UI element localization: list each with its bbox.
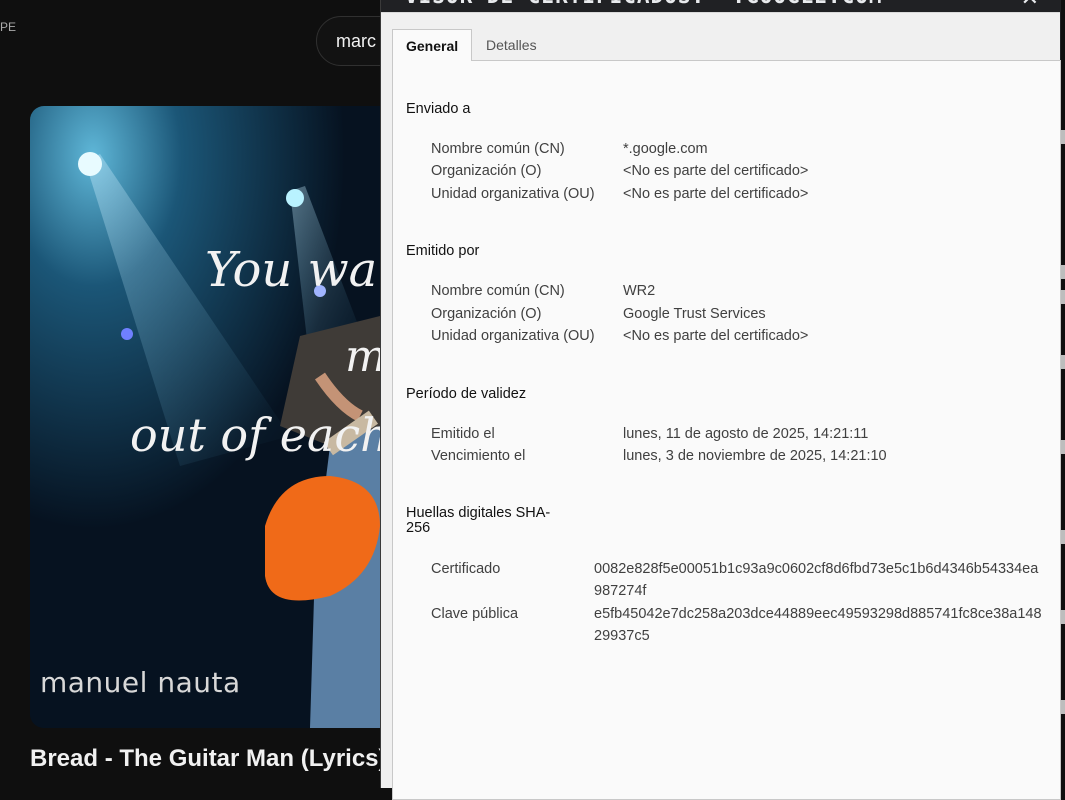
issued-to-cn-label: Nombre común (CN)	[431, 141, 565, 157]
dialog-body: General Detalles Enviado a Nombre común …	[381, 12, 1061, 800]
validity-issued-label: Emitido el	[431, 426, 495, 442]
issued-by-ou-value: <No es parte del certificado>	[623, 328, 809, 344]
section-fingerprints-heading: Huellas digitales SHA-256	[406, 505, 551, 536]
close-icon[interactable]: ✕	[1021, 0, 1039, 11]
validity-expires-label: Vencimiento el	[431, 448, 526, 464]
validity-issued-value: lunes, 11 de agosto de 2025, 14:21:11	[623, 426, 869, 442]
fingerprint-cert-value: 0082e828f5e00051b1c93a9c0602cf8d6fbd73e5…	[594, 561, 1039, 599]
issued-by-cn-label: Nombre común (CN)	[431, 283, 565, 299]
certificate-viewer-dialog: VISOR DE CERTIFICADOS: *.GOOGLE.COM ✕ Ge…	[380, 0, 1061, 800]
general-panel: Enviado a Nombre común (CN) *.google.com…	[392, 60, 1061, 800]
issued-to-ou-label: Unidad organizativa (OU)	[431, 186, 595, 202]
issued-by-ou-label: Unidad organizativa (OU)	[431, 328, 595, 344]
overlay-line-3: out of each	[130, 408, 390, 462]
issued-by-o-value: Google Trust Services	[623, 306, 766, 322]
tab-details[interactable]: Detalles	[473, 29, 555, 61]
thumbnail-watermark: manuel nauta	[40, 666, 241, 699]
fingerprint-key-value: e5fb45042e7dc258a203dce44889eec49593298d…	[594, 606, 1042, 644]
section-validity-heading: Período de validez	[406, 386, 527, 402]
issued-to-cn-value: *.google.com	[623, 141, 708, 157]
issued-by-o-label: Organización (O)	[431, 306, 542, 322]
overlay-line-1: You wa	[205, 242, 377, 298]
section-issued-to-heading: Enviado a	[406, 101, 471, 117]
fingerprint-cert-label: Certificado	[431, 561, 501, 577]
issued-to-ou-value: <No es parte del certificado>	[623, 186, 809, 202]
dialog-title: VISOR DE CERTIFICADOS: *.GOOGLE.COM	[405, 0, 883, 8]
issued-by-cn-value: WR2	[623, 283, 656, 299]
tab-general[interactable]: General	[392, 29, 472, 61]
video-title[interactable]: Bread - The Guitar Man (Lyrics)	[30, 745, 387, 773]
validity-expires-value: lunes, 3 de noviembre de 2025, 14:21:10	[623, 448, 887, 464]
issued-to-o-label: Organización (O)	[431, 163, 542, 179]
country-code: PE	[0, 20, 17, 34]
issued-to-o-value: <No es parte del certificado>	[623, 163, 809, 179]
section-issued-by-heading: Emitido por	[406, 243, 480, 259]
fingerprint-key-label: Clave pública	[431, 606, 519, 622]
